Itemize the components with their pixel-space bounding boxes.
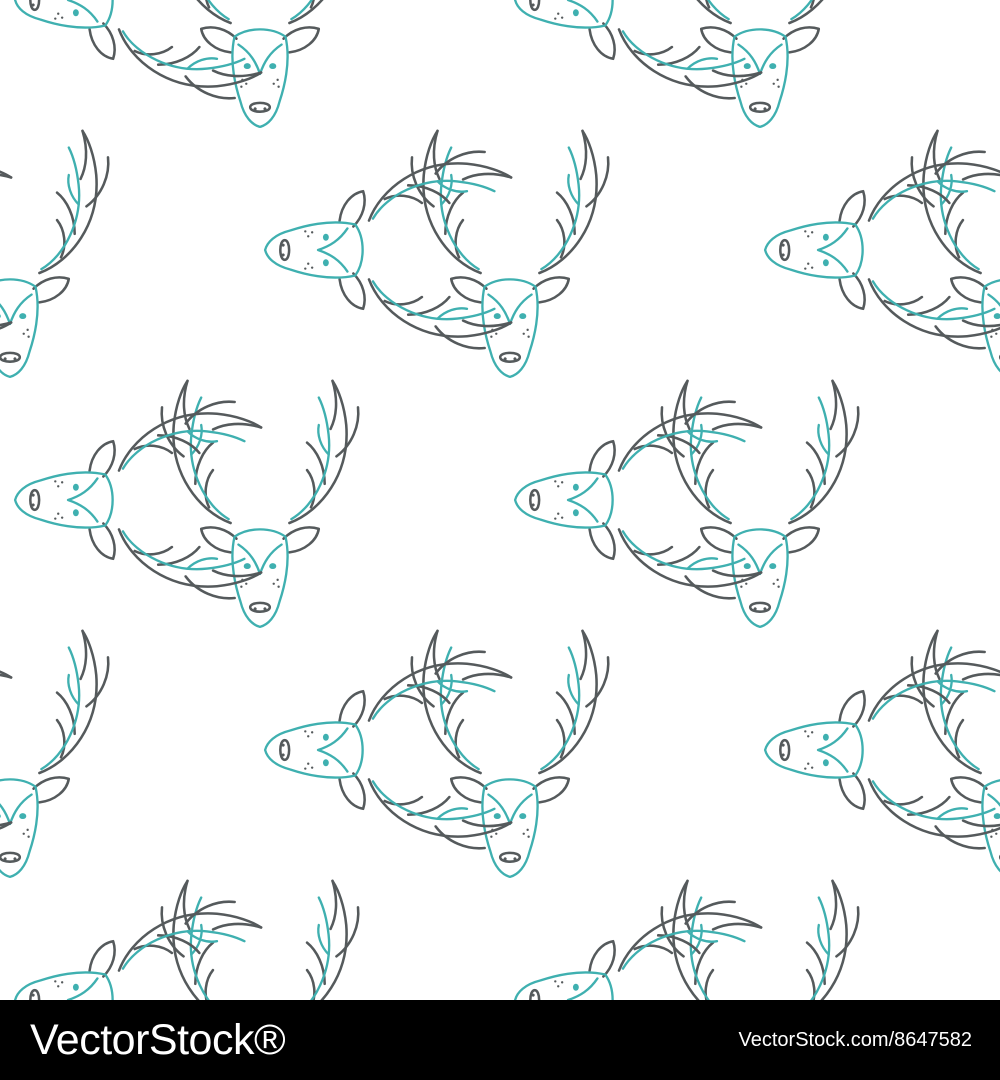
deer-head-icon <box>763 650 1000 850</box>
deer-head-icon <box>660 879 860 1000</box>
deer-head-icon <box>660 0 860 129</box>
watermark-footer: VectorStock® VectorStock.com/8647582 <box>0 1000 1000 1080</box>
image-id-label: VectorStock.com/8647582 <box>738 1029 972 1051</box>
deer-head-icon <box>263 150 513 350</box>
deer-head-icon <box>0 129 110 379</box>
deer-head-icon <box>513 900 763 1000</box>
deer-head-icon <box>13 0 263 100</box>
deer-head-icon <box>13 400 263 600</box>
deer-head-icon <box>513 0 763 100</box>
deer-head-icon <box>263 650 513 850</box>
deer-head-icon <box>13 900 263 1000</box>
vectorstock-logo: VectorStock® <box>30 1016 286 1064</box>
deer-head-icon <box>160 0 360 129</box>
deer-head-icon <box>763 150 1000 350</box>
deer-pattern-svg <box>0 0 1000 1000</box>
deer-pattern <box>0 0 1000 1000</box>
deer-head-icon <box>0 650 13 850</box>
deer-head-icon <box>0 150 13 350</box>
deer-head-icon <box>0 629 110 879</box>
deer-head-icon <box>160 879 360 1000</box>
deer-head-icon <box>513 400 763 600</box>
